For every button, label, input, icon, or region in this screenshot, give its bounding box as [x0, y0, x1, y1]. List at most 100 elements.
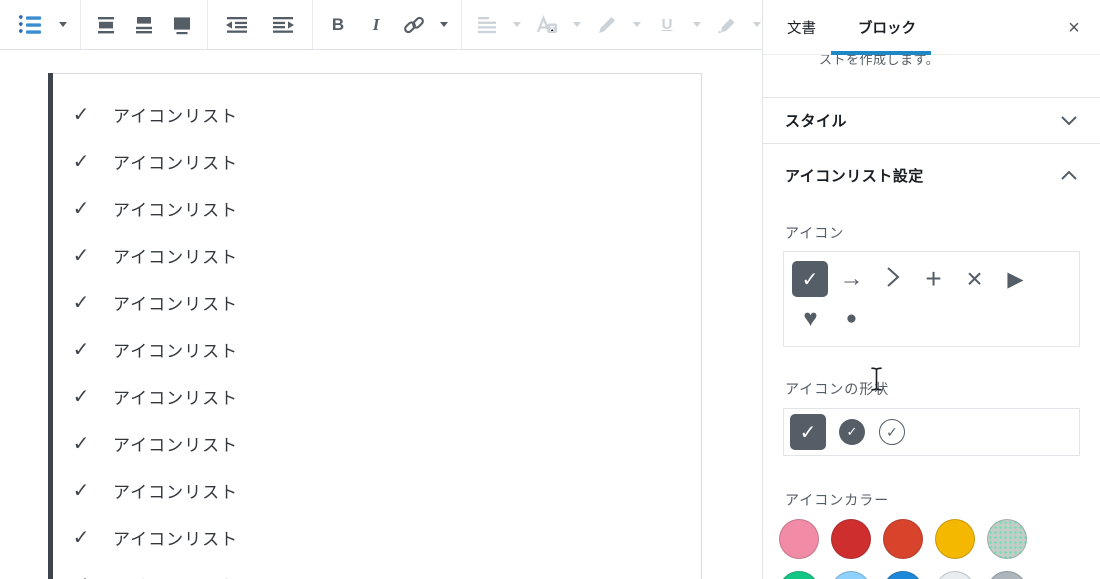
icon-option-play[interactable]: ▶ — [995, 259, 1036, 299]
color-swatch[interactable] — [883, 519, 923, 559]
list-item[interactable]: ✓アイコンリスト — [71, 373, 701, 420]
list-item[interactable]: ✓アイコンリスト — [71, 514, 701, 561]
check-icon: ✓ — [71, 337, 91, 362]
list-item-text[interactable]: アイコンリスト — [113, 102, 238, 127]
list-item-text[interactable]: アイコンリスト — [113, 196, 238, 221]
chevron-right-icon — [886, 266, 900, 293]
list-item[interactable]: ✓アイコンリスト — [71, 561, 701, 579]
color-swatch[interactable] — [883, 571, 923, 579]
bold-label: B — [332, 15, 344, 35]
color-swatch[interactable] — [831, 571, 871, 579]
color-swatch[interactable] — [779, 519, 819, 559]
icon-option-check[interactable]: ✓ — [792, 261, 828, 297]
link-button[interactable] — [395, 1, 433, 49]
dropdown-caret-icon — [633, 22, 641, 27]
block-description-clipped: ストを作成します。 — [763, 55, 1100, 68]
icon-option-arrow-right[interactable]: → — [831, 259, 872, 299]
tab-block[interactable]: ブロック — [858, 17, 916, 38]
sidebar-header: 文書 ブロック × — [763, 0, 1100, 55]
pen-icon — [596, 14, 618, 36]
line-height-button[interactable] — [468, 1, 506, 49]
list-item-text[interactable]: アイコンリスト — [113, 149, 238, 174]
icon-option-heart[interactable]: ♥ — [790, 299, 831, 339]
arrow-right-icon: → — [840, 265, 864, 293]
indent-button[interactable] — [260, 1, 306, 49]
play-icon: ▶ — [1007, 267, 1023, 292]
line-height-dropdown[interactable] — [506, 1, 528, 49]
list-item[interactable]: ✓アイコンリスト — [71, 232, 701, 279]
list-item-text[interactable]: アイコンリスト — [113, 572, 238, 579]
dot-icon: ● — [846, 308, 857, 330]
icon-list-block[interactable]: ✓アイコンリスト ✓アイコンリスト ✓アイコンリスト ✓アイコンリスト ✓アイコ… — [48, 73, 702, 579]
icon-shape-picker: ✓ ✓ ✓ — [783, 408, 1080, 456]
dropdown-caret-icon — [693, 22, 701, 27]
color-swatch[interactable] — [831, 519, 871, 559]
list-item[interactable]: ✓ アイコンリスト — [71, 420, 701, 467]
color-swatch[interactable] — [987, 571, 1027, 579]
italic-button[interactable]: I — [357, 1, 395, 49]
editor-canvas: B I — [0, 0, 762, 579]
list-item[interactable]: ✓アイコンリスト — [71, 279, 701, 326]
icon-color-palette — [779, 519, 1080, 579]
panel-style[interactable]: スタイル — [763, 98, 1100, 144]
outdent-icon — [225, 15, 249, 35]
icon-list-block-icon — [16, 13, 42, 37]
icon-list-block-button[interactable] — [6, 1, 52, 49]
color-swatch[interactable] — [779, 571, 819, 579]
list-item-text[interactable]: アイコンリスト — [113, 243, 238, 268]
highlighter-button[interactable] — [708, 1, 746, 49]
underline-dropdown[interactable] — [686, 1, 708, 49]
shape-option-filled-circle-check[interactable]: ✓ — [839, 419, 865, 445]
icon-option-times[interactable]: × — [954, 259, 995, 299]
active-tab-indicator — [831, 51, 931, 55]
ruby-dropdown[interactable] — [566, 1, 588, 49]
color-swatch[interactable] — [935, 519, 975, 559]
style-panel-label: スタイル — [785, 110, 847, 131]
icon-list: ✓アイコンリスト ✓アイコンリスト ✓アイコンリスト ✓アイコンリスト ✓アイコ… — [49, 74, 701, 579]
list-item-text[interactable]: アイコンリスト — [113, 290, 238, 315]
bold-button[interactable]: B — [319, 1, 357, 49]
format-dropdown[interactable] — [433, 1, 455, 49]
block-switcher-dropdown[interactable] — [52, 1, 74, 49]
list-item-text[interactable]: アイコンリスト — [113, 525, 238, 550]
toolbar-group-richtext: U A — [462, 0, 804, 49]
check-circle-outline-icon: ✓ — [886, 424, 898, 441]
plus-icon: + — [925, 265, 941, 293]
list-item-text[interactable]: アイコンリスト — [113, 384, 238, 409]
color-swatch[interactable] — [935, 571, 975, 579]
align-top-button[interactable] — [125, 1, 163, 49]
icon-option-plus[interactable]: + — [913, 259, 954, 299]
list-item[interactable]: ✓アイコンリスト — [71, 185, 701, 232]
list-item[interactable]: ✓ アイコンリスト — [71, 326, 701, 373]
ruby-annotation-icon — [535, 14, 559, 36]
outdent-button[interactable] — [214, 1, 260, 49]
tab-document[interactable]: 文書 — [787, 17, 816, 38]
align-middle-button[interactable] — [87, 1, 125, 49]
chevron-down-icon — [1060, 115, 1078, 126]
underline-button[interactable]: U — [648, 1, 686, 49]
list-item-text[interactable]: アイコンリスト — [113, 337, 238, 362]
dropdown-caret-icon — [440, 22, 448, 27]
icon-option-dot[interactable]: ● — [831, 299, 872, 339]
check-circle-filled-icon: ✓ — [847, 424, 858, 440]
shape-option-plain-check[interactable]: ✓ — [790, 414, 826, 450]
list-item-text[interactable]: アイコンリスト — [113, 431, 238, 456]
check-icon: ✓ — [71, 431, 91, 456]
indent-icon — [271, 15, 295, 35]
icon-option-chevron-right[interactable] — [872, 259, 913, 299]
list-item[interactable]: ✓アイコンリスト — [71, 138, 701, 185]
ruby-button[interactable] — [528, 1, 566, 49]
icon-picker: ✓ → + × ▶ ♥ — [783, 251, 1080, 347]
chevron-up-icon — [1060, 170, 1078, 181]
toolbar-group-indent — [208, 0, 313, 49]
panel-icon-list-settings[interactable]: アイコンリスト設定 — [763, 144, 1100, 207]
color-swatch[interactable] — [987, 519, 1027, 559]
align-bottom-button[interactable] — [163, 1, 201, 49]
shape-option-outline-circle-check[interactable]: ✓ — [879, 419, 905, 445]
pen-dropdown[interactable] — [626, 1, 648, 49]
list-item-text[interactable]: アイコンリスト — [113, 478, 238, 503]
list-item[interactable]: ✓アイコンリスト — [71, 91, 701, 138]
pen-button[interactable] — [588, 1, 626, 49]
close-sidebar-button[interactable]: × — [1060, 14, 1088, 42]
list-item[interactable]: ✓アイコンリスト — [71, 467, 701, 514]
